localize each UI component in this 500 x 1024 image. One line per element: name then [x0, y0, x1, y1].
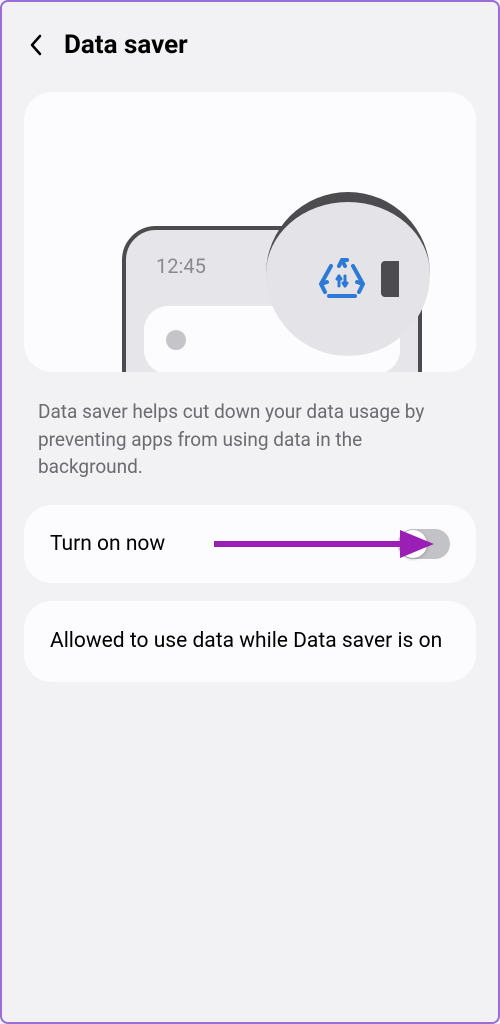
description-text: Data saver helps cut down your data usag…: [2, 372, 498, 505]
turn-on-now-toggle[interactable]: [398, 529, 450, 559]
allowed-apps-row[interactable]: Allowed to use data while Data saver is …: [24, 601, 476, 682]
illustration-card: 12:45: [24, 92, 476, 372]
chevron-left-icon: [28, 33, 44, 57]
phone-dot-icon: [166, 330, 186, 350]
turn-on-now-label: Turn on now: [50, 532, 165, 556]
toggle-knob: [399, 530, 427, 558]
battery-icon: [381, 261, 399, 297]
page-title: Data saver: [64, 30, 188, 60]
data-saver-triangle-icon: [317, 256, 367, 302]
zoom-circle: [266, 192, 430, 356]
back-button[interactable]: [24, 33, 48, 57]
allowed-apps-label: Allowed to use data while Data saver is …: [50, 627, 450, 656]
turn-on-now-row[interactable]: Turn on now: [24, 505, 476, 583]
page-header: Data saver: [2, 2, 498, 78]
